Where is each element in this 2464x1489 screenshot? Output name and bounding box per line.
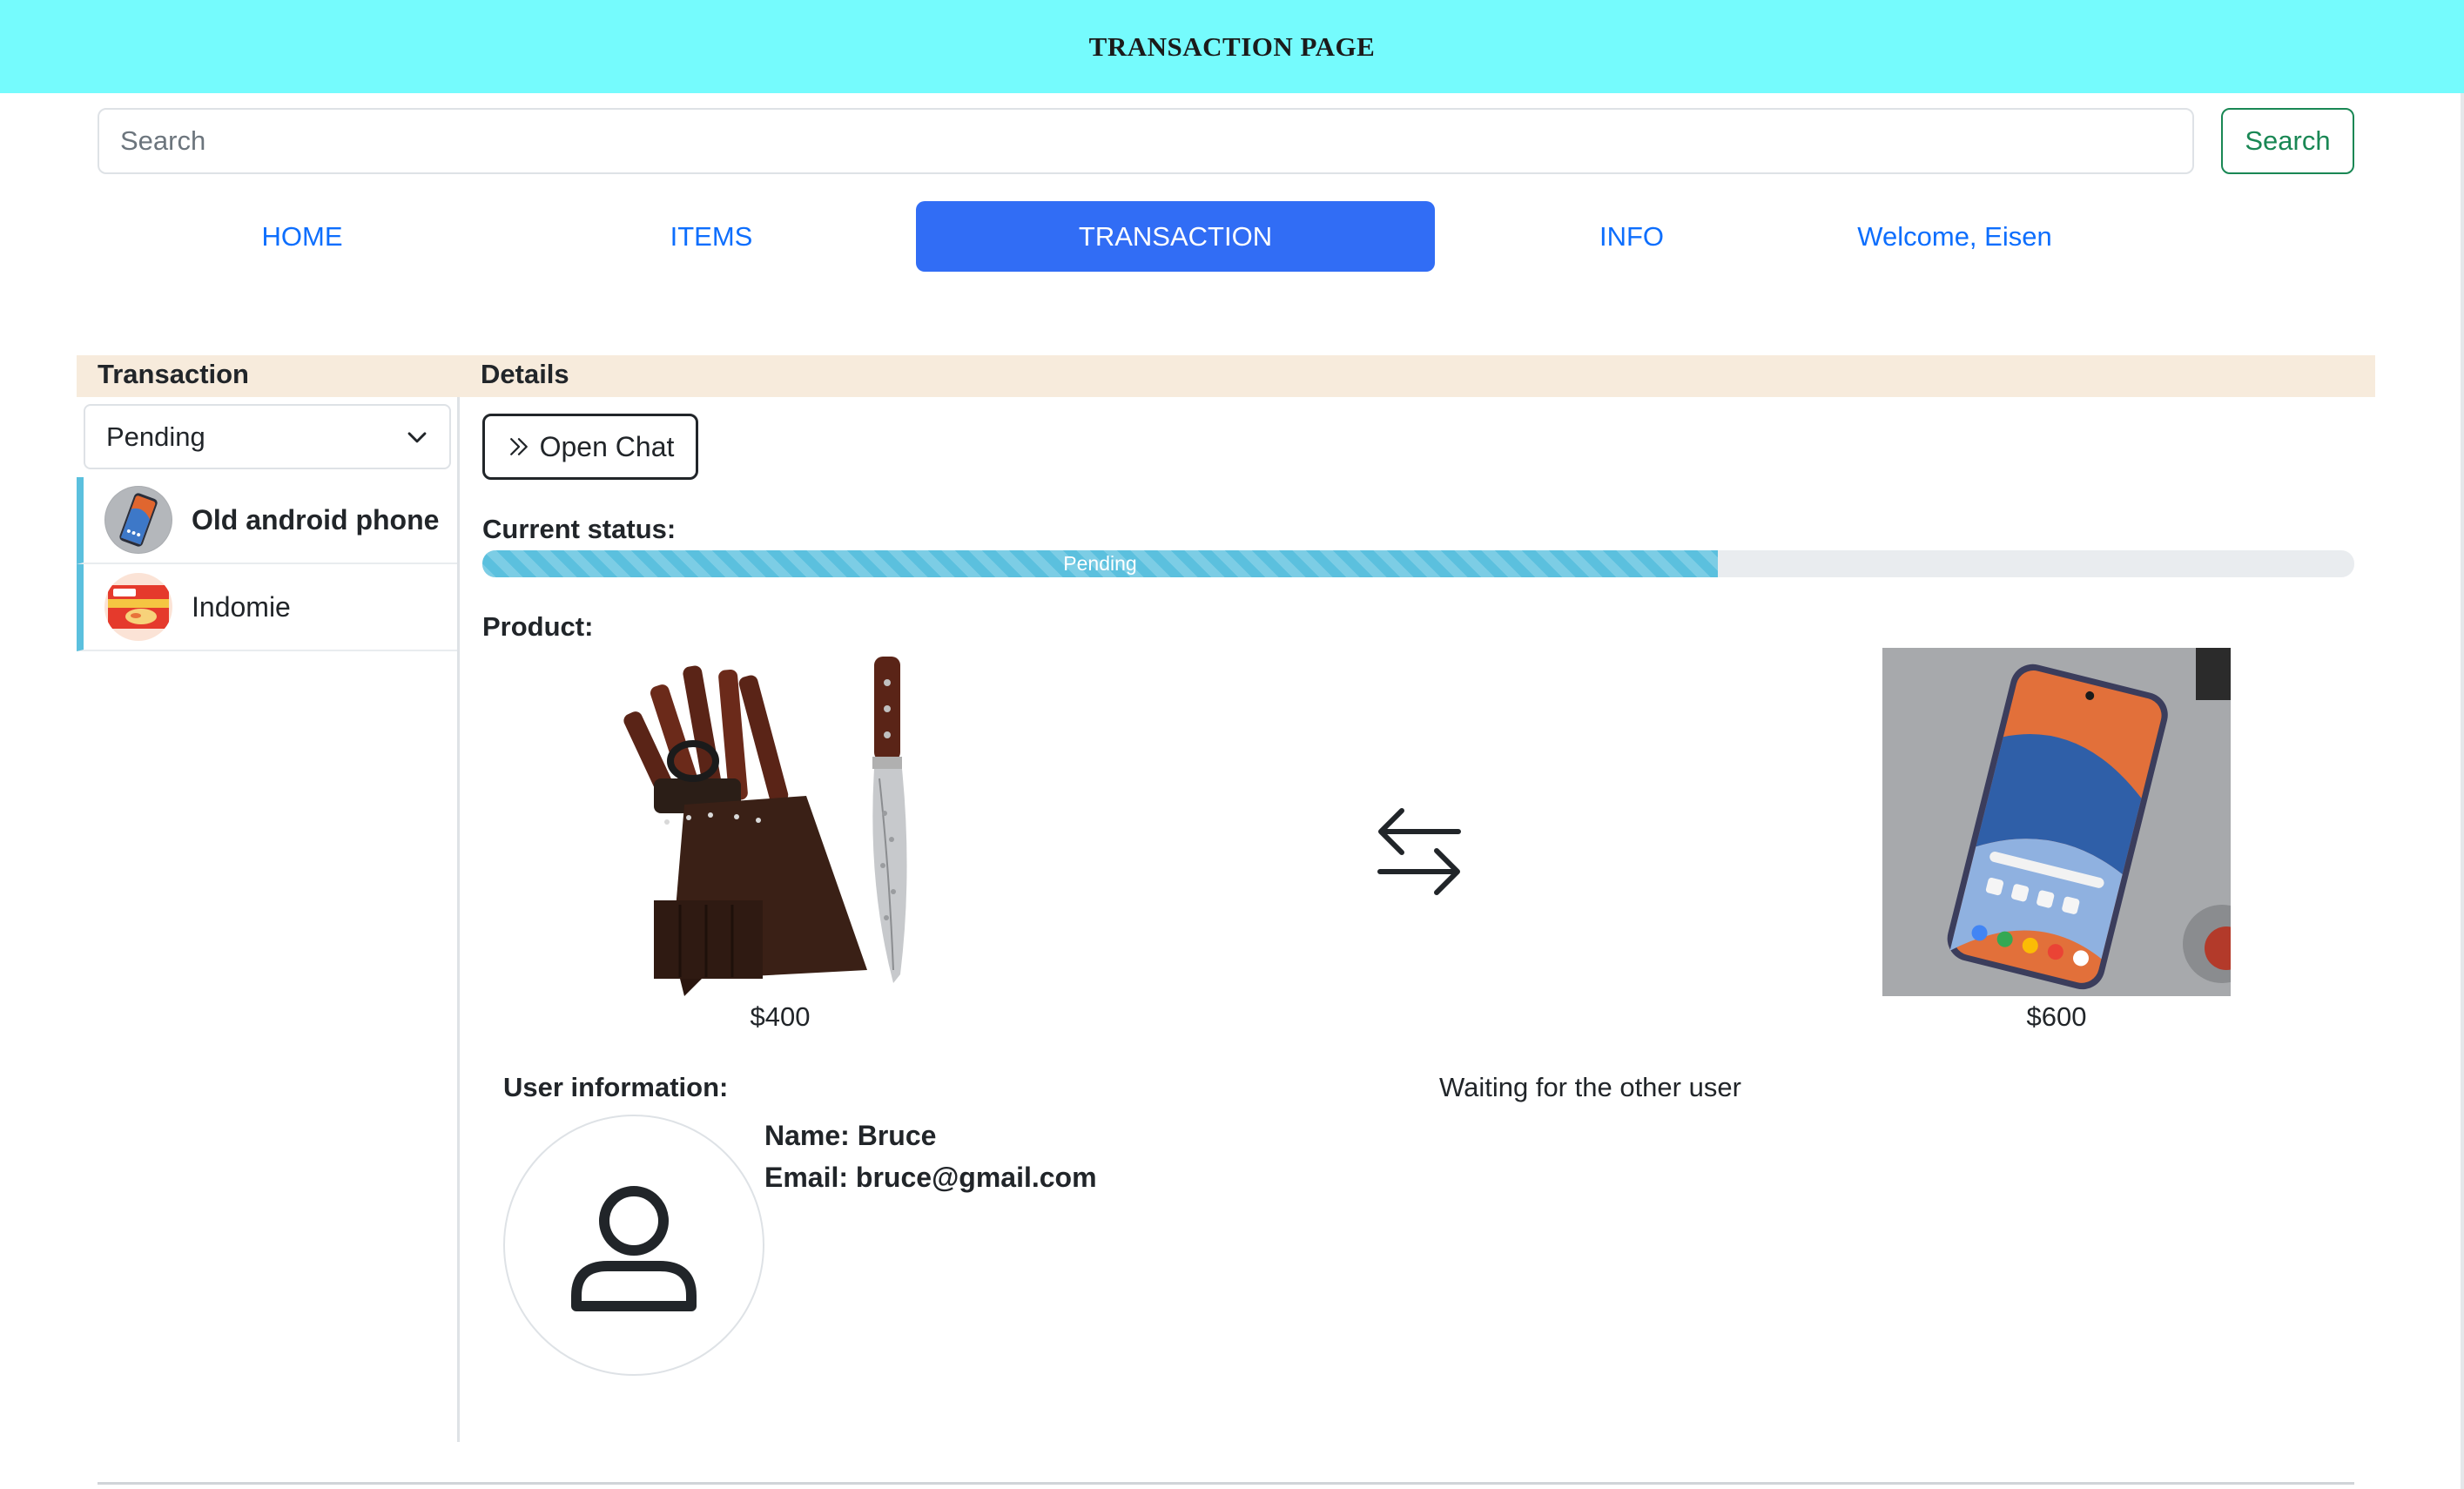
transaction-list: Old android phone Indomie — [77, 477, 457, 651]
chevrons-right-icon — [509, 438, 528, 455]
nav-info[interactable]: INFO — [1524, 201, 1740, 272]
footer-divider — [98, 1482, 2354, 1485]
sidebar-divider — [457, 397, 460, 1442]
page-title: TRANSACTION PAGE — [1088, 30, 1376, 62]
list-item[interactable]: Old android phone — [77, 477, 457, 564]
status-progress-fill: Pending — [482, 550, 1718, 577]
chevron-down-icon — [407, 431, 427, 442]
nav-welcome-user[interactable]: Welcome, Eisen — [1811, 201, 2098, 272]
user-email: Email: bruce@gmail.com — [764, 1162, 1097, 1193]
user-information-label: User information: — [503, 1072, 729, 1102]
noodle-thumb-icon — [104, 573, 172, 641]
product-price: $400 — [750, 1001, 811, 1032]
nav-transaction[interactable]: TRANSACTION — [916, 201, 1435, 272]
list-item[interactable]: Indomie — [77, 564, 457, 651]
status-progress-bar: Pending — [482, 550, 2354, 577]
product-price: $600 — [2026, 1001, 2087, 1032]
phone-thumb-icon — [104, 486, 172, 554]
current-status-label: Current status: — [482, 514, 677, 544]
page-scrollbar[interactable] — [2461, 93, 2464, 1489]
swap-arrows-icon — [1377, 808, 1461, 895]
transaction-column-heading: Transaction — [98, 359, 249, 389]
product-label: Product: — [482, 611, 594, 642]
search-button[interactable]: Search — [2221, 108, 2354, 174]
user-icon — [571, 1186, 697, 1311]
status-filter-value: Pending — [106, 421, 205, 452]
details-column-heading: Details — [481, 359, 569, 389]
knife-block-image — [606, 648, 954, 996]
column-header-strip — [77, 355, 2375, 397]
search-input[interactable] — [98, 108, 2194, 174]
open-chat-button[interactable]: Open Chat — [482, 414, 698, 480]
status-filter-select[interactable]: Pending — [84, 404, 451, 469]
nav-home[interactable]: HOME — [194, 201, 410, 272]
waiting-status-text: Waiting for the other user — [1439, 1072, 1741, 1102]
android-phone-image — [1882, 648, 2231, 996]
top-header-bar: TRANSACTION PAGE — [0, 0, 2464, 93]
list-item-label: Indomie — [192, 590, 291, 623]
user-name: Name: Bruce — [764, 1120, 937, 1151]
open-chat-label: Open Chat — [539, 430, 675, 462]
nav-items[interactable]: ITEMS — [603, 201, 819, 272]
main-nav: HOME ITEMS TRANSACTION INFO Welcome, Eis… — [0, 201, 2464, 272]
list-item-label: Old android phone — [192, 503, 440, 536]
avatar — [503, 1115, 764, 1376]
